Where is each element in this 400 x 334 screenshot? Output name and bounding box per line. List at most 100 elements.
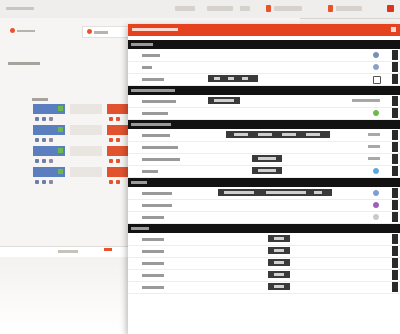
row-toggle[interactable]	[392, 282, 398, 292]
settings-row[interactable]	[128, 165, 400, 178]
tile-icons	[35, 180, 63, 185]
row-toggle[interactable]	[392, 154, 398, 164]
reset-icon	[373, 214, 379, 220]
bottom-accent-button[interactable]	[104, 248, 112, 251]
check-icon	[58, 106, 63, 111]
row-label	[142, 66, 152, 69]
row-toggle[interactable]	[392, 234, 398, 244]
segmented-control[interactable]	[208, 75, 258, 82]
settings-row[interactable]	[128, 73, 400, 86]
row-toggle[interactable]	[392, 96, 398, 106]
device-tile[interactable]	[70, 104, 102, 114]
settings-panel	[128, 24, 400, 334]
row-value	[368, 133, 380, 136]
device-tile[interactable]	[70, 146, 102, 156]
row-toggle[interactable]	[392, 108, 398, 118]
close-icon[interactable]	[387, 5, 394, 12]
check-icon	[58, 127, 63, 132]
tab-home-label	[17, 29, 35, 32]
row-toggle[interactable]	[392, 188, 398, 198]
scenario-button[interactable]	[268, 283, 290, 290]
row-toggle[interactable]	[392, 200, 398, 210]
scenario-button[interactable]	[268, 259, 290, 266]
device-tile[interactable]	[70, 167, 102, 177]
row-toggle[interactable]	[392, 246, 398, 256]
home-icon	[10, 28, 15, 33]
monitor-icon	[373, 76, 381, 84]
row-label	[142, 134, 170, 137]
device-tile[interactable]	[33, 167, 65, 177]
row-label	[142, 250, 164, 253]
check-icon	[58, 169, 63, 174]
settings-row[interactable]	[128, 211, 400, 224]
row-value	[368, 157, 380, 160]
tab-home[interactable]	[10, 28, 40, 34]
leaf-icon	[373, 110, 379, 116]
app-title	[6, 7, 34, 10]
tile-icons	[35, 138, 63, 143]
segmented-control[interactable]	[218, 189, 332, 196]
notification-button[interactable]	[274, 6, 302, 11]
filter-button[interactable]	[240, 6, 250, 11]
settings-icon[interactable]	[328, 5, 333, 12]
group-menu-button[interactable]	[207, 6, 233, 11]
settings-panel-header	[128, 24, 400, 36]
mode-select[interactable]	[252, 167, 282, 174]
temperature-select[interactable]	[252, 155, 282, 162]
row-label	[142, 286, 164, 289]
row-toggle[interactable]	[392, 62, 398, 72]
scenario-button[interactable]	[268, 247, 290, 254]
settings-button[interactable]	[336, 6, 362, 11]
row-label	[142, 170, 158, 173]
mode-select[interactable]	[208, 97, 240, 104]
section-title	[131, 227, 149, 230]
section-header	[128, 120, 400, 129]
row-label	[142, 192, 172, 195]
tile-icons	[35, 159, 63, 164]
close-icon[interactable]	[391, 27, 396, 32]
row-label	[142, 78, 164, 81]
device-tile[interactable]	[33, 125, 65, 135]
row-label	[142, 112, 168, 115]
row-value	[352, 99, 380, 102]
notification-icon[interactable]	[266, 5, 271, 12]
room-icon	[87, 29, 92, 34]
row-label	[142, 54, 160, 57]
section-header	[128, 224, 400, 233]
row-toggle[interactable]	[392, 166, 398, 176]
check-icon	[58, 148, 63, 153]
row-label	[142, 158, 180, 161]
section-header	[128, 86, 400, 95]
section-title	[131, 181, 147, 184]
settings-panel-title	[132, 28, 178, 31]
row-toggle[interactable]	[392, 270, 398, 280]
scenario-button[interactable]	[268, 235, 290, 242]
row-toggle[interactable]	[392, 212, 398, 222]
device-tile[interactable]	[33, 104, 65, 114]
row-toggle[interactable]	[392, 130, 398, 140]
globe-icon	[373, 64, 379, 70]
bottom-action-button[interactable]	[58, 250, 78, 253]
sidebar-label	[8, 62, 40, 65]
device-tile[interactable]	[70, 125, 102, 135]
row-toggle[interactable]	[392, 74, 398, 84]
settings-row[interactable]	[128, 281, 400, 294]
app-window	[0, 0, 400, 334]
user-menu-button[interactable]	[175, 6, 195, 11]
tab-room[interactable]	[82, 26, 130, 38]
settings-row[interactable]	[128, 107, 400, 120]
section-header	[128, 40, 400, 49]
segmented-control[interactable]	[226, 131, 330, 138]
water-icon	[373, 168, 379, 174]
row-toggle[interactable]	[392, 50, 398, 60]
top-toolbar	[0, 0, 400, 19]
row-toggle[interactable]	[392, 258, 398, 268]
row-label	[142, 100, 176, 103]
section-title	[131, 43, 153, 46]
row-label	[142, 204, 172, 207]
row-value	[368, 145, 380, 148]
device-tile[interactable]	[33, 146, 65, 156]
row-toggle[interactable]	[392, 142, 398, 152]
scenario-button[interactable]	[268, 271, 290, 278]
section-title	[131, 123, 171, 126]
